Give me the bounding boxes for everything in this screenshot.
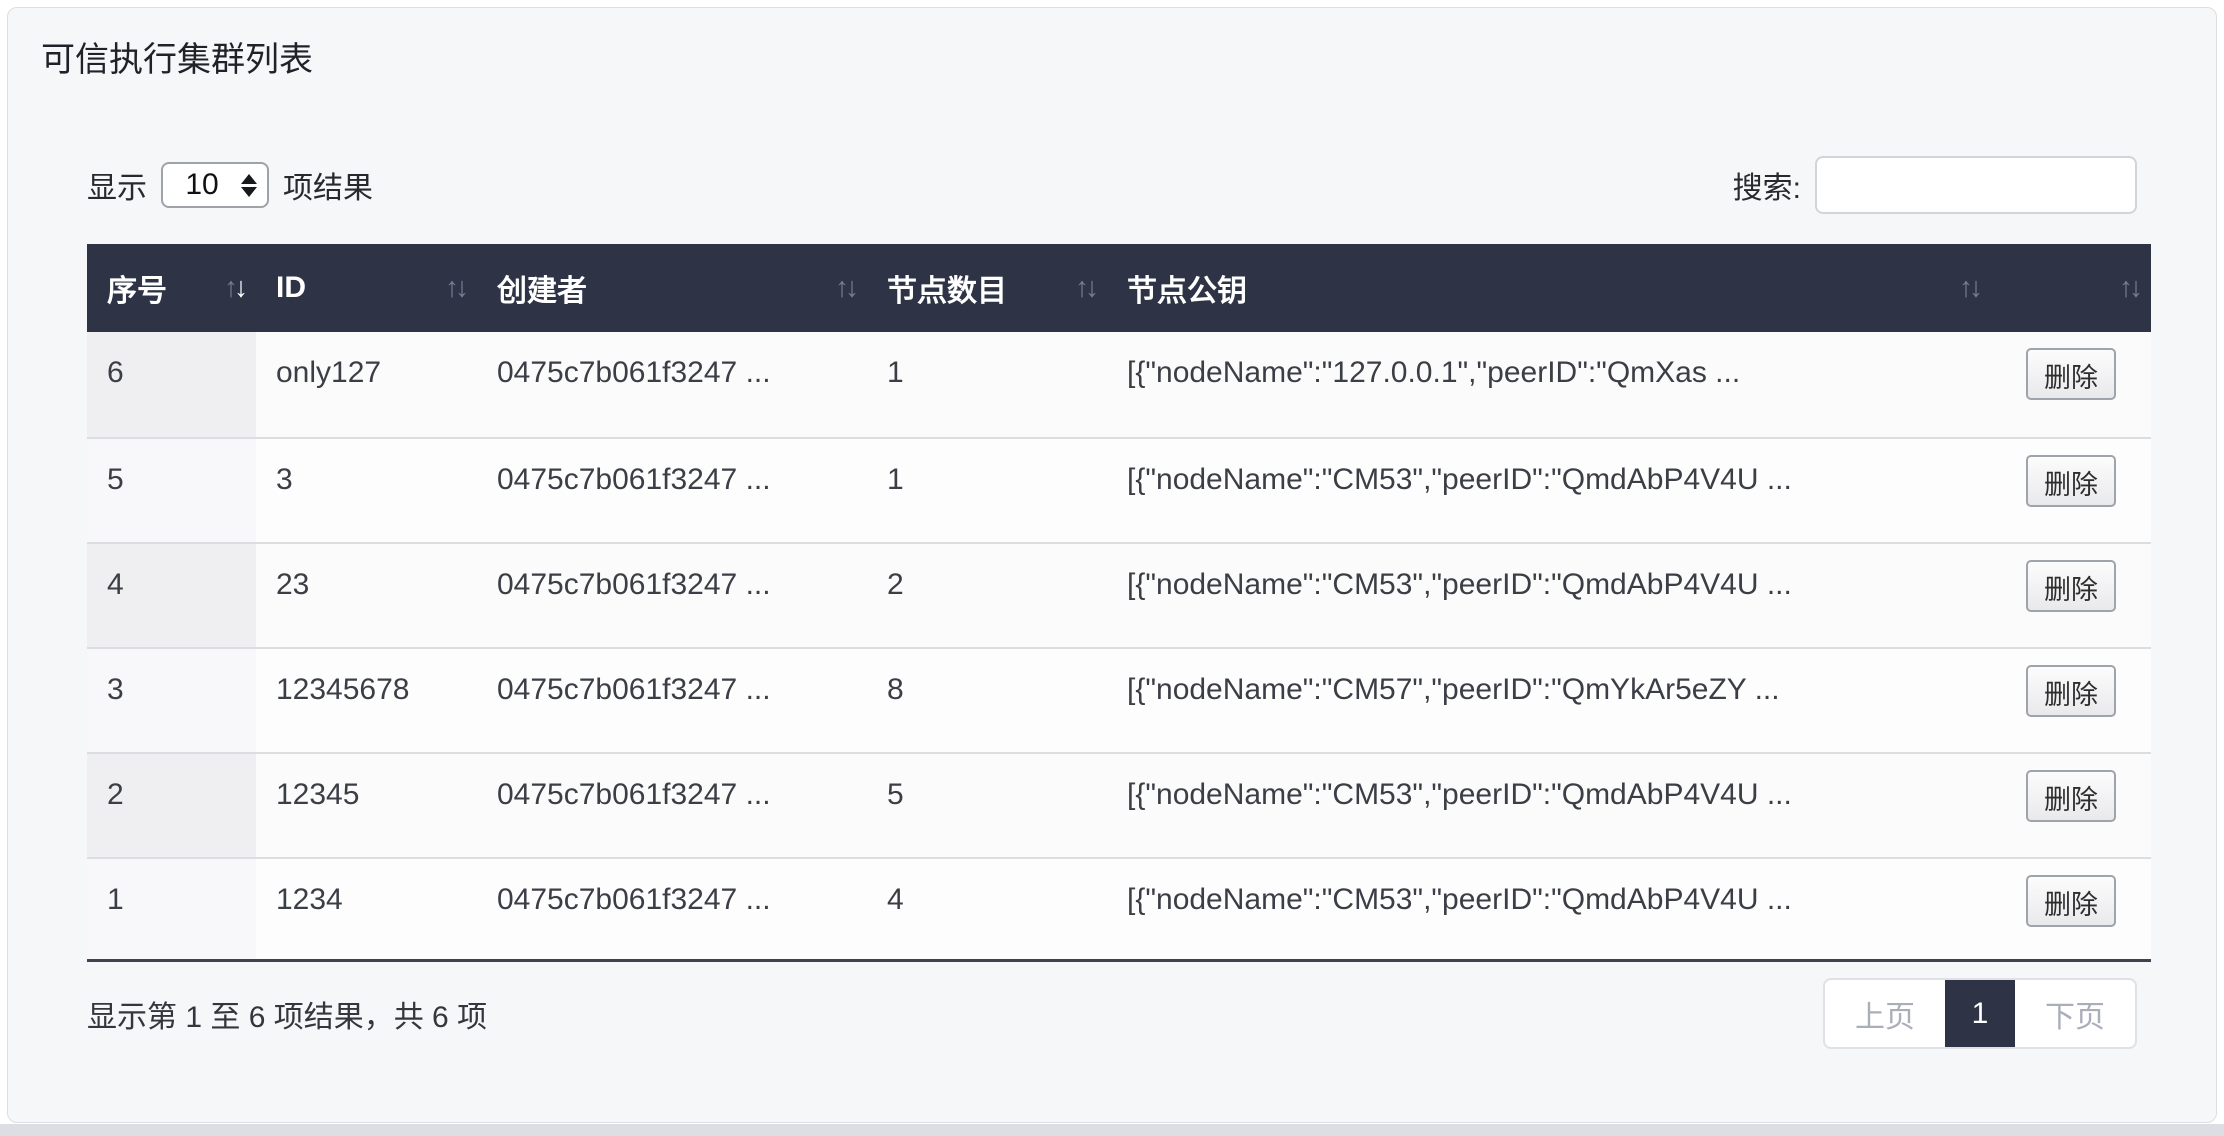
cell-creator: 0475c7b061f3247 ... xyxy=(477,332,867,437)
cell-creator: 0475c7b061f3247 ... xyxy=(477,857,867,962)
column-header-node-pubkey[interactable]: 节点公钥 ↑↓ xyxy=(1107,244,1991,332)
cell-node-pubkey: [{"nodeName":"CM53","peerID":"QmdAbP4V4U… xyxy=(1107,752,1991,857)
sort-icons: ↑↓ xyxy=(1075,271,1095,303)
cell-actions: 删除 xyxy=(1991,647,2151,752)
cell-node-pubkey: [{"nodeName":"CM57","peerID":"QmYkAr5eZY… xyxy=(1107,647,1991,752)
cell-actions: 删除 xyxy=(1991,542,2151,647)
table-row: 4 23 0475c7b061f3247 ... 2 [{"nodeName":… xyxy=(87,542,2151,647)
cell-node-count: 2 xyxy=(867,542,1107,647)
sort-icons: ↑↓ xyxy=(835,271,855,303)
cell-index: 1 xyxy=(87,857,256,962)
column-header-actions[interactable]: ↑↓ xyxy=(1991,244,2151,332)
table-row: 1 1234 0475c7b061f3247 ... 4 [{"nodeName… xyxy=(87,857,2151,962)
cell-node-count: 1 xyxy=(867,332,1107,437)
cell-index: 4 xyxy=(87,542,256,647)
cell-creator: 0475c7b061f3247 ... xyxy=(477,542,867,647)
pagination-next-button[interactable]: 下页 xyxy=(2015,980,2135,1047)
cell-actions: 删除 xyxy=(1991,437,2151,542)
table-row: 2 12345 0475c7b061f3247 ... 5 [{"nodeNam… xyxy=(87,752,2151,857)
cell-id: 1234 xyxy=(256,857,477,962)
pagination-prev-button[interactable]: 上页 xyxy=(1825,980,1945,1047)
cell-index: 3 xyxy=(87,647,256,752)
page-length-select[interactable]: 10 xyxy=(161,162,269,208)
search-input[interactable] xyxy=(1815,156,2137,214)
table-row: 3 12345678 0475c7b061f3247 ... 8 [{"node… xyxy=(87,647,2151,752)
cell-creator: 0475c7b061f3247 ... xyxy=(477,437,867,542)
column-header-id[interactable]: ID ↑↓ xyxy=(256,244,477,332)
cell-actions: 删除 xyxy=(1991,857,2151,962)
selected-length-value: 10 xyxy=(163,168,241,202)
column-header-index[interactable]: 序号 ↑↓ xyxy=(87,244,256,332)
page-title: 可信执行集群列表 xyxy=(41,38,2183,82)
table-header-row: 序号 ↑↓ ID ↑↓ 创建者 ↑↓ 节点数目 ↑↓ xyxy=(87,244,2151,332)
delete-button[interactable]: 删除 xyxy=(2026,665,2116,717)
sort-icons: ↑↓ xyxy=(2119,271,2139,303)
length-suffix-label: 项结果 xyxy=(283,163,373,207)
table-row: 5 3 0475c7b061f3247 ... 1 [{"nodeName":"… xyxy=(87,437,2151,542)
cell-id: 12345678 xyxy=(256,647,477,752)
cell-actions: 删除 xyxy=(1991,332,2151,437)
cell-index: 2 xyxy=(87,752,256,857)
cluster-table: 序号 ↑↓ ID ↑↓ 创建者 ↑↓ 节点数目 ↑↓ xyxy=(87,244,2151,962)
column-header-creator[interactable]: 创建者 ↑↓ xyxy=(477,244,867,332)
cell-id: 23 xyxy=(256,542,477,647)
search-label: 搜索: xyxy=(1733,163,1801,207)
search-control: 搜索: xyxy=(1733,156,2137,214)
cell-node-pubkey: [{"nodeName":"127.0.0.1","peerID":"QmXas… xyxy=(1107,332,1991,437)
cell-node-pubkey: [{"nodeName":"CM53","peerID":"QmdAbP4V4U… xyxy=(1107,542,1991,647)
cell-index: 5 xyxy=(87,437,256,542)
page-length-control: 显示 10 项结果 xyxy=(87,162,373,208)
length-prefix-label: 显示 xyxy=(87,163,147,207)
delete-button[interactable]: 删除 xyxy=(2026,770,2116,822)
sort-icons: ↑↓ xyxy=(1959,271,1979,303)
cell-node-count: 5 xyxy=(867,752,1107,857)
select-stepper-icon xyxy=(241,174,257,197)
cell-creator: 0475c7b061f3247 ... xyxy=(477,752,867,857)
datatable-wrapper: 显示 10 项结果 搜索: xyxy=(87,156,2137,1049)
table-footer: 显示第 1 至 6 项结果，共 6 项 上页 1 下页 xyxy=(87,978,2137,1049)
cell-actions: 删除 xyxy=(1991,752,2151,857)
cell-index: 6 xyxy=(87,332,256,437)
delete-button[interactable]: 删除 xyxy=(2026,348,2116,400)
pagination: 上页 1 下页 xyxy=(1823,978,2137,1049)
column-header-node-count[interactable]: 节点数目 ↑↓ xyxy=(867,244,1107,332)
table-controls: 显示 10 项结果 搜索: xyxy=(87,156,2137,214)
results-info: 显示第 1 至 6 项结果，共 6 项 xyxy=(87,992,487,1036)
delete-button[interactable]: 删除 xyxy=(2026,875,2116,927)
sort-icons: ↑↓ xyxy=(224,271,244,303)
sort-icons: ↑↓ xyxy=(445,271,465,303)
cell-node-pubkey: [{"nodeName":"CM53","peerID":"QmdAbP4V4U… xyxy=(1107,437,1991,542)
cell-node-count: 8 xyxy=(867,647,1107,752)
table-row: 6 only127 0475c7b061f3247 ... 1 [{"nodeN… xyxy=(87,332,2151,437)
table-body: 6 only127 0475c7b061f3247 ... 1 [{"nodeN… xyxy=(87,332,2151,962)
cell-id: 12345 xyxy=(256,752,477,857)
cell-creator: 0475c7b061f3247 ... xyxy=(477,647,867,752)
delete-button[interactable]: 删除 xyxy=(2026,455,2116,507)
page-bottom-strip xyxy=(0,1124,2224,1136)
pagination-current-page[interactable]: 1 xyxy=(1945,980,2015,1047)
cell-id: 3 xyxy=(256,437,477,542)
cell-node-count: 1 xyxy=(867,437,1107,542)
delete-button[interactable]: 删除 xyxy=(2026,560,2116,612)
cell-node-count: 4 xyxy=(867,857,1107,962)
cell-node-pubkey: [{"nodeName":"CM53","peerID":"QmdAbP4V4U… xyxy=(1107,857,1991,962)
cluster-list-panel: 可信执行集群列表 显示 10 项结果 搜索: xyxy=(7,7,2217,1123)
cell-id: only127 xyxy=(256,332,477,437)
